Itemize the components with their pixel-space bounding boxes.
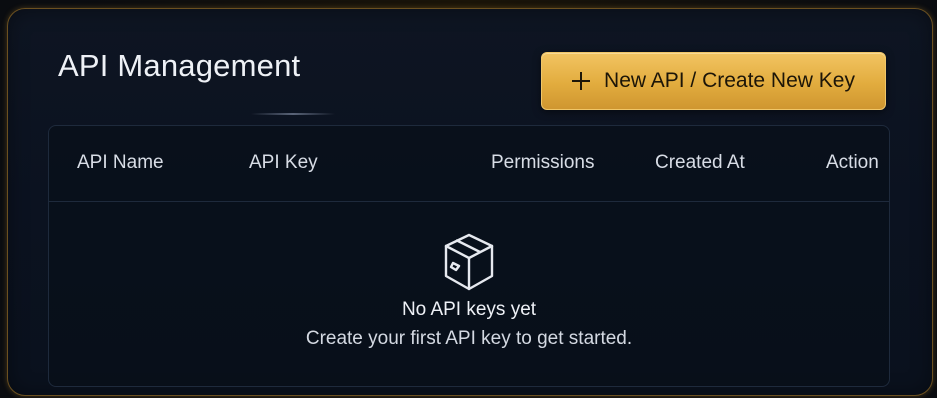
column-header-created-at: Created At [655,152,745,173]
empty-state-title: No API keys yet [401,299,537,320]
box-icon [444,233,494,291]
plus-icon [572,72,591,90]
api-management-panel: API Management New API / Create New Key … [7,8,933,396]
table-header: API Name API Key Permissions Created At … [49,126,889,202]
column-header-api-name: API Name [77,152,164,173]
empty-state: No API keys yet Create your first API ke… [49,231,889,350]
api-keys-table: API Name API Key Permissions Created At … [48,125,890,387]
new-api-button-label: New API / Create New Key [604,69,855,92]
app-background: API Management New API / Create New Key … [0,0,937,398]
column-header-action: Action [826,152,879,173]
title-divider [251,113,335,115]
column-header-permissions: Permissions [491,152,595,173]
empty-state-subtitle: Create your first API key to get started… [305,328,633,349]
new-api-button[interactable]: New API / Create New Key [541,52,886,110]
column-header-api-key: API Key [249,152,318,173]
page-title: API Management [58,48,301,83]
